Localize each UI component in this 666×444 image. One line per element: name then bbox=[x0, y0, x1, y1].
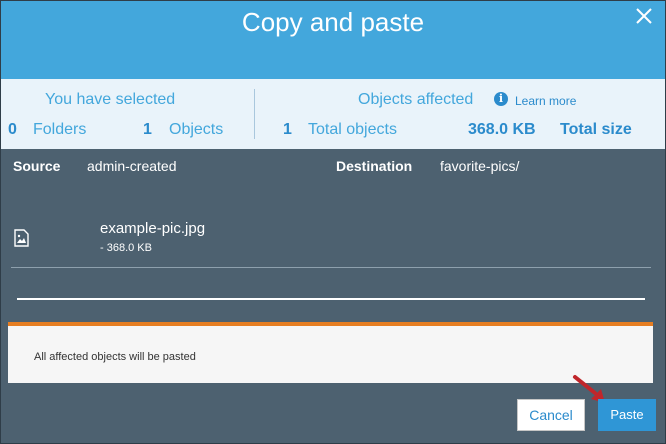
selected-heading: You have selected bbox=[45, 91, 176, 108]
affected-summary: Objects affected i Learn more 1 Total ob… bbox=[255, 79, 665, 149]
copy-paste-dialog: Copy and paste You have selected 0 Folde… bbox=[0, 0, 666, 444]
notice-text: All affected objects will be pasted bbox=[34, 351, 196, 363]
objects-label: Objects bbox=[169, 121, 224, 138]
destination-value: favorite-pics/ bbox=[440, 158, 520, 174]
cancel-button[interactable]: Cancel bbox=[517, 399, 585, 431]
destination-label: Destination bbox=[336, 158, 413, 174]
file-size: - 368.0 KB bbox=[100, 242, 152, 254]
learn-more-link[interactable]: Learn more bbox=[515, 94, 576, 108]
folders-label: Folders bbox=[33, 121, 87, 138]
folders-count: 0 bbox=[8, 121, 17, 138]
selected-summary: You have selected 0 Folders 1 Objects bbox=[1, 79, 254, 149]
dialog-title: Copy and paste bbox=[241, 7, 425, 37]
selection-summary: You have selected 0 Folders 1 Objects Ob… bbox=[1, 79, 665, 149]
affected-heading: Objects affected bbox=[358, 91, 474, 108]
image-file-icon bbox=[14, 229, 29, 247]
close-icon[interactable] bbox=[633, 5, 655, 27]
paste-button[interactable]: Paste bbox=[598, 399, 656, 431]
file-name: example-pic.jpg bbox=[100, 220, 206, 237]
file-list-divider bbox=[11, 267, 651, 268]
source-value: admin-created bbox=[87, 158, 177, 174]
section-divider bbox=[17, 298, 645, 300]
total-objects-label: Total objects bbox=[308, 121, 397, 138]
total-objects-count: 1 bbox=[283, 121, 292, 138]
paste-notice: All affected objects will be pasted bbox=[8, 322, 653, 383]
dialog-header: Copy and paste bbox=[1, 1, 665, 79]
source-label: Source bbox=[13, 158, 61, 174]
info-icon[interactable]: i bbox=[494, 92, 508, 106]
objects-count: 1 bbox=[143, 121, 152, 138]
total-size-label: Total size bbox=[560, 121, 632, 138]
total-size-value: 368.0 KB bbox=[468, 121, 536, 138]
